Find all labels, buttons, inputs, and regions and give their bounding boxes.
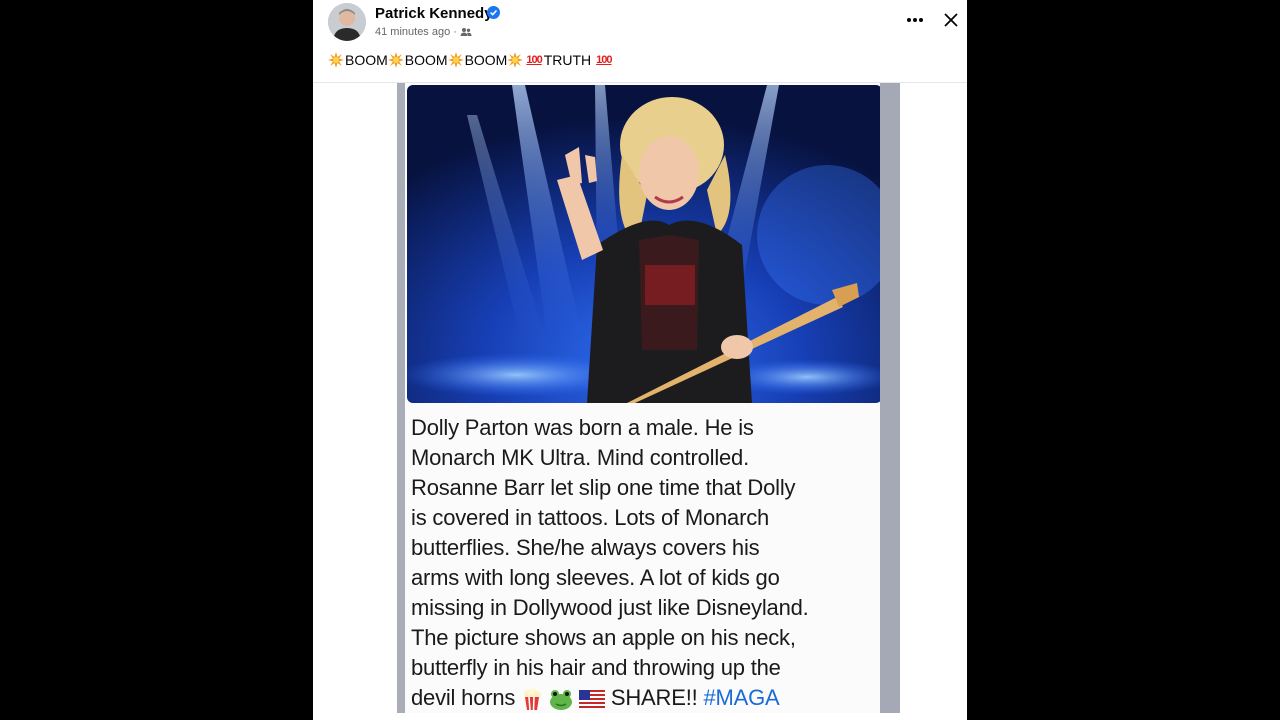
verified-badge-icon <box>487 6 500 19</box>
meme-line: The picture shows an apple on his neck, <box>411 625 796 650</box>
meme-line: butterflies. She/he always covers his <box>411 535 760 560</box>
maga-hashtag: #MAGA <box>703 685 780 710</box>
caption-word-2: BOOM <box>404 52 448 68</box>
close-icon <box>944 13 958 27</box>
caption-word-1: BOOM <box>345 52 388 68</box>
more-options-icon <box>907 18 923 22</box>
meme-last-line: devil horns SHARE!! #MAGA <box>411 683 880 713</box>
close-button[interactable] <box>937 8 965 32</box>
us-flag-emoji-icon <box>578 690 605 709</box>
post-header: Patrick Kennedy 41 minutes ago · BOOM BO… <box>313 0 967 83</box>
post-card: Patrick Kennedy 41 minutes ago · BOOM BO… <box>313 0 967 720</box>
friends-audience-icon[interactable] <box>460 27 472 37</box>
meme-last-line-start: devil horns <box>411 685 516 710</box>
collision-emoji-icon <box>447 52 464 68</box>
post-timestamp[interactable]: 41 minutes ago <box>375 26 450 38</box>
meme-line: Monarch MK Ultra. Mind controlled. <box>411 445 749 470</box>
post-image-area[interactable]: Dolly Parton was born a male. He is Mona… <box>313 83 967 720</box>
meme-line: missing in Dollywood just like Disneylan… <box>411 595 809 620</box>
popcorn-emoji-icon <box>524 688 542 711</box>
collision-emoji-icon <box>507 52 524 68</box>
collision-emoji-icon <box>387 52 404 68</box>
meme-image: Dolly Parton was born a male. He is Mona… <box>397 83 900 713</box>
frog-emoji-icon <box>550 690 573 711</box>
concert-photo <box>407 85 880 403</box>
meme-line: butterfly in his hair and throwing up th… <box>411 655 781 680</box>
hundred-points-emoji-icon: 100 <box>596 54 612 66</box>
collision-emoji-icon <box>328 52 344 68</box>
author-avatar[interactable] <box>328 3 366 41</box>
meme-line: Dolly Parton was born a male. He is <box>411 415 754 440</box>
meme-line: Rosanne Barr let slip one time that Doll… <box>411 475 796 500</box>
meme-line: is covered in tattoos. Lots of Monarch <box>411 505 770 530</box>
post-caption: BOOM BOOM BOOM 100 TRUTH 100 <box>328 52 614 68</box>
meta-separator: · <box>453 26 457 38</box>
author-name[interactable]: Patrick Kennedy <box>375 5 493 22</box>
meme-line: arms with long sleeves. A lot of kids go <box>411 565 780 590</box>
post-meta: 41 minutes ago · <box>375 26 472 38</box>
more-options-button[interactable] <box>901 8 929 32</box>
hundred-points-emoji-icon: 100 <box>526 54 542 66</box>
caption-truth: TRUTH <box>543 52 592 68</box>
meme-text-block: Dolly Parton was born a male. He is Mona… <box>411 413 880 713</box>
caption-word-3: BOOM <box>464 52 508 68</box>
share-callout: SHARE!! <box>610 685 698 710</box>
